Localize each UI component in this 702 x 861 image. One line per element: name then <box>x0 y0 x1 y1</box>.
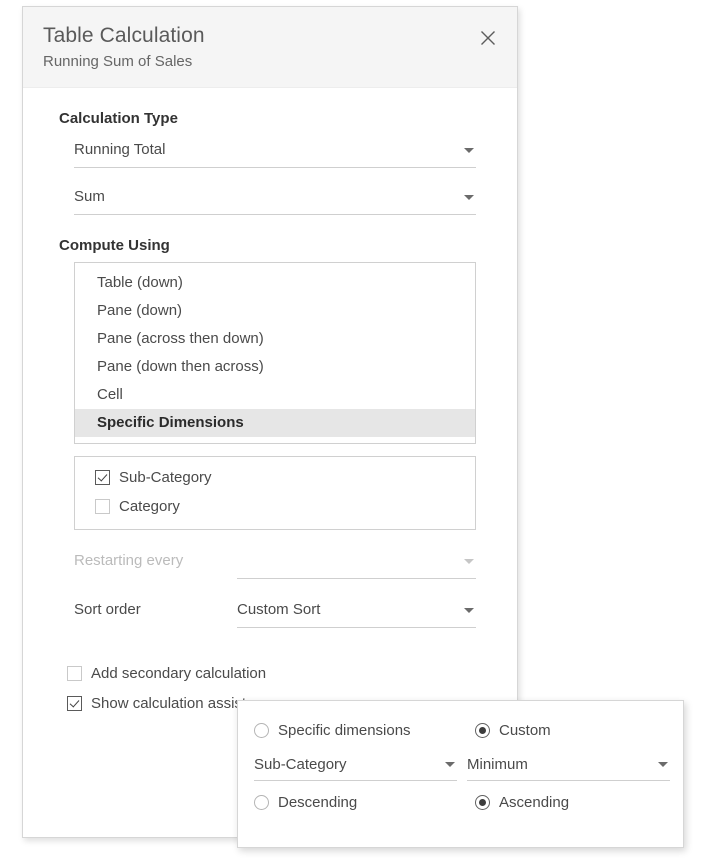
radio-specific-dimensions-label: Specific dimensions <box>278 722 411 739</box>
calculation-type-select[interactable]: Running Total <box>74 135 476 168</box>
listbox-option-table-down[interactable]: Table (down) <box>75 269 475 297</box>
dimension-label: Sub-Category <box>119 469 212 486</box>
chevron-down-icon <box>464 195 474 200</box>
listbox-option-pane-down-then-across[interactable]: Pane (down then across) <box>75 353 475 381</box>
radio-descending[interactable]: Descending <box>254 787 457 817</box>
popup-field-select[interactable]: Sub-Category <box>254 751 457 781</box>
checkbox-checked-icon <box>95 470 110 485</box>
close-icon[interactable] <box>475 25 501 51</box>
compute-using-listbox[interactable]: Table (down) Pane (down) Pane (across th… <box>74 262 476 444</box>
dialog-title: Table Calculation <box>43 23 517 49</box>
radio-unselected-icon <box>254 795 269 810</box>
radio-selected-icon <box>475 723 490 738</box>
dialog-header: Table Calculation Running Sum of Sales <box>23 7 517 88</box>
sort-direction-radio-group: Descending Ascending <box>254 787 667 817</box>
dimensions-panel: Sub-Category Category <box>74 456 476 530</box>
listbox-option-cell[interactable]: Cell <box>75 381 475 409</box>
add-secondary-calculation-checkbox[interactable]: Add secondary calculation <box>67 658 517 688</box>
checkbox-unchecked-icon <box>67 666 82 681</box>
aggregation-value: Sum <box>74 188 105 205</box>
sort-order-select[interactable]: Custom Sort <box>237 595 476 628</box>
radio-ascending[interactable]: Ascending <box>475 787 670 817</box>
calculation-type-label: Calculation Type <box>59 110 517 127</box>
chevron-down-icon <box>464 608 474 613</box>
sort-order-value: Custom Sort <box>237 601 320 618</box>
dialog-body: Calculation Type Running Total Sum Compu… <box>23 88 517 718</box>
aggregation-select[interactable]: Sum <box>74 182 476 215</box>
popup-aggregation-select[interactable]: Minimum <box>467 751 670 781</box>
add-secondary-calculation-label: Add secondary calculation <box>91 665 266 682</box>
custom-sort-popup: Specific dimensions Custom Sub-Category … <box>237 700 684 848</box>
restarting-every-select <box>237 546 476 579</box>
radio-selected-icon <box>475 795 490 810</box>
radio-specific-dimensions[interactable]: Specific dimensions <box>254 715 457 745</box>
chevron-down-icon <box>464 559 474 564</box>
radio-ascending-label: Ascending <box>499 794 569 811</box>
dialog-subtitle: Running Sum of Sales <box>43 51 517 73</box>
radio-custom[interactable]: Custom <box>475 715 670 745</box>
radio-custom-label: Custom <box>499 722 551 739</box>
dimension-checkbox-category[interactable]: Category <box>75 492 475 521</box>
popup-aggregation-value: Minimum <box>467 756 528 773</box>
chevron-down-icon <box>445 762 455 767</box>
dimension-checkbox-sub-category[interactable]: Sub-Category <box>75 463 475 492</box>
checkbox-unchecked-icon <box>95 499 110 514</box>
sort-by-radio-group: Specific dimensions Custom <box>254 715 667 745</box>
compute-using-label: Compute Using <box>59 237 517 254</box>
calculation-type-value: Running Total <box>74 141 165 158</box>
sort-order-label: Sort order <box>74 595 237 625</box>
listbox-option-pane-across-then-down[interactable]: Pane (across then down) <box>75 325 475 353</box>
radio-descending-label: Descending <box>278 794 357 811</box>
listbox-option-specific-dimensions[interactable]: Specific Dimensions <box>75 409 475 437</box>
dimension-label: Category <box>119 498 180 515</box>
chevron-down-icon <box>658 762 668 767</box>
radio-unselected-icon <box>254 723 269 738</box>
sort-order-row: Sort order Custom Sort <box>74 595 476 628</box>
chevron-down-icon <box>464 148 474 153</box>
checkbox-checked-icon <box>67 696 82 711</box>
popup-select-row: Sub-Category Minimum <box>254 749 667 781</box>
popup-field-value: Sub-Category <box>254 756 347 773</box>
listbox-option-pane-down[interactable]: Pane (down) <box>75 297 475 325</box>
restarting-every-row: Restarting every <box>74 546 476 579</box>
restarting-every-label: Restarting every <box>74 546 237 576</box>
